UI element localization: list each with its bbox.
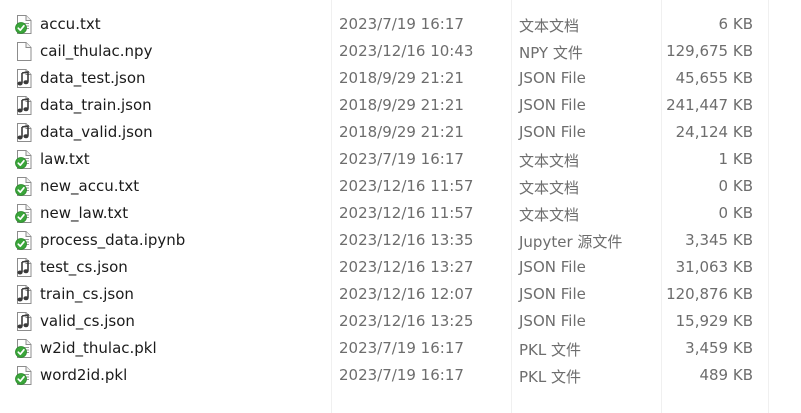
file-name: word2id.pkl — [40, 366, 128, 384]
text-file-icon — [15, 150, 33, 169]
json-file-icon — [15, 123, 33, 142]
file-row-1[interactable]: cail_thulac.npy 2023/12/16 10:43 NPY 文件 … — [0, 38, 801, 65]
file-modified-date: 2018/9/29 21:21 — [339, 96, 464, 114]
pkl-file-icon — [15, 366, 33, 385]
blank-file-icon — [15, 42, 33, 61]
pkl-file-icon — [15, 339, 33, 358]
file-size: 45,655 KB — [675, 69, 753, 87]
file-size: 489 KB — [699, 366, 753, 384]
file-type: 文本文档 — [519, 206, 580, 224]
file-row-6[interactable]: new_accu.txt 2023/12/16 11:57 文本文档 0 KB — [0, 173, 801, 200]
file-size: 241,447 KB — [666, 96, 753, 114]
file-row-9[interactable]: test_cs.json 2023/12/16 13:27 JSON File … — [0, 254, 801, 281]
file-name: test_cs.json — [40, 258, 128, 276]
file-type: 文本文档 — [519, 179, 580, 197]
file-name: cail_thulac.npy — [40, 42, 153, 60]
file-size: 120,876 KB — [666, 285, 753, 303]
text-file-icon — [15, 204, 33, 223]
file-row-7[interactable]: new_law.txt 2023/12/16 11:57 文本文档 0 KB — [0, 200, 801, 227]
file-modified-date: 2023/7/19 16:17 — [339, 15, 464, 33]
file-size: 3,345 KB — [685, 231, 753, 249]
file-modified-date: 2023/7/19 16:17 — [339, 150, 464, 168]
file-row-0[interactable]: accu.txt 2023/7/19 16:17 文本文档 6 KB — [0, 11, 801, 38]
file-name: process_data.ipynb — [40, 231, 186, 249]
file-size: 0 KB — [718, 177, 753, 195]
file-row-3[interactable]: data_train.json 2018/9/29 21:21 JSON Fil… — [0, 92, 801, 119]
text-file-icon — [15, 15, 33, 34]
file-name: new_accu.txt — [40, 177, 140, 195]
file-size: 24,124 KB — [675, 123, 753, 141]
file-name: train_cs.json — [40, 285, 134, 303]
file-modified-date: 2018/9/29 21:21 — [339, 123, 464, 141]
file-row-13[interactable]: word2id.pkl 2023/7/19 16:17 PKL 文件 489 K… — [0, 362, 801, 389]
file-type: JSON File — [519, 285, 586, 303]
file-modified-date: 2023/12/16 12:07 — [339, 285, 474, 303]
json-file-icon — [15, 69, 33, 88]
file-size: 6 KB — [718, 15, 753, 33]
file-row-4[interactable]: data_valid.json 2018/9/29 21:21 JSON Fil… — [0, 119, 801, 146]
file-row-5[interactable]: law.txt 2023/7/19 16:17 文本文档 1 KB — [0, 146, 801, 173]
file-type: JSON File — [519, 69, 586, 87]
file-size: 15,929 KB — [675, 312, 753, 330]
file-modified-date: 2023/7/19 16:17 — [339, 366, 464, 384]
file-modified-date: 2023/12/16 10:43 — [339, 42, 474, 60]
file-name: data_train.json — [40, 96, 152, 114]
file-row-10[interactable]: train_cs.json 2023/12/16 12:07 JSON File… — [0, 281, 801, 308]
file-type: JSON File — [519, 123, 586, 141]
file-row-12[interactable]: w2id_thulac.pkl 2023/7/19 16:17 PKL 文件 3… — [0, 335, 801, 362]
file-modified-date: 2023/12/16 11:57 — [339, 177, 474, 195]
file-name: law.txt — [40, 150, 90, 168]
json-file-icon — [15, 285, 33, 304]
file-type: PKL 文件 — [519, 368, 582, 386]
file-modified-date: 2023/12/16 11:57 — [339, 204, 474, 222]
text-file-icon — [15, 177, 33, 196]
file-type: 文本文档 — [519, 17, 580, 35]
file-name: data_test.json — [40, 69, 146, 87]
file-row-2[interactable]: data_test.json 2018/9/29 21:21 JSON File… — [0, 65, 801, 92]
file-row-11[interactable]: valid_cs.json 2023/12/16 13:25 JSON File… — [0, 308, 801, 335]
file-name: new_law.txt — [40, 204, 129, 222]
file-size: 3,459 KB — [685, 339, 753, 357]
file-type: Jupyter 源文件 — [519, 233, 623, 251]
file-modified-date: 2023/7/19 16:17 — [339, 339, 464, 357]
file-size: 31,063 KB — [675, 258, 753, 276]
file-name: w2id_thulac.pkl — [40, 339, 157, 357]
notebook-file-icon — [15, 231, 33, 250]
file-type: 文本文档 — [519, 152, 580, 170]
file-list: accu.txt 2023/7/19 16:17 文本文档 6 KB cail_… — [0, 11, 801, 389]
file-name: valid_cs.json — [40, 312, 135, 330]
json-file-icon — [15, 258, 33, 277]
file-modified-date: 2018/9/29 21:21 — [339, 69, 464, 87]
file-row-8[interactable]: process_data.ipynb 2023/12/16 13:35 Jupy… — [0, 227, 801, 254]
file-size: 0 KB — [718, 204, 753, 222]
json-file-icon — [15, 312, 33, 331]
json-file-icon — [15, 96, 33, 115]
file-name: accu.txt — [40, 15, 101, 33]
file-type: JSON File — [519, 258, 586, 276]
file-modified-date: 2023/12/16 13:35 — [339, 231, 474, 249]
file-type: PKL 文件 — [519, 341, 582, 359]
file-type: NPY 文件 — [519, 44, 583, 62]
file-size: 1 KB — [718, 150, 753, 168]
file-name: data_valid.json — [40, 123, 153, 141]
file-type: JSON File — [519, 96, 586, 114]
file-size: 129,675 KB — [666, 42, 753, 60]
file-modified-date: 2023/12/16 13:27 — [339, 258, 474, 276]
file-modified-date: 2023/12/16 13:25 — [339, 312, 474, 330]
file-type: JSON File — [519, 312, 586, 330]
